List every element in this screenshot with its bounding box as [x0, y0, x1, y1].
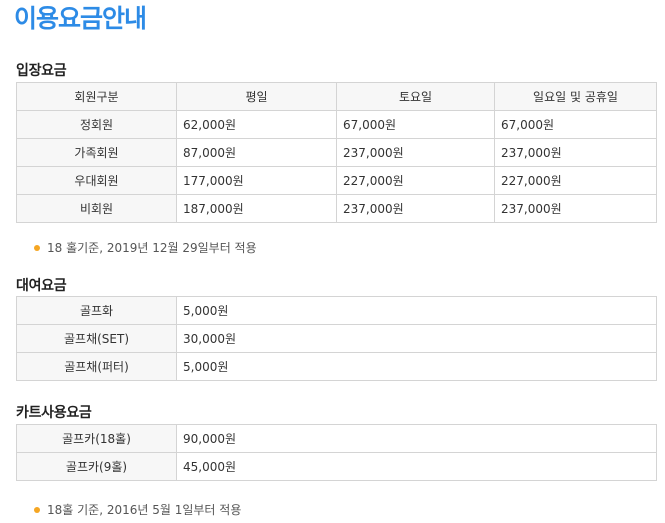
price-cell: 62,000원: [176, 110, 337, 139]
table-row: 골프카(9홀) 45,000원: [16, 452, 657, 481]
admission-section-title: 입장요금: [16, 63, 67, 79]
rental-fee-table: 골프화 5,000원 골프채(SET) 30,000원 골프채(퍼터) 5,00…: [16, 296, 657, 381]
price-cell: 90,000원: [176, 424, 657, 453]
price-cell: 87,000원: [176, 138, 337, 167]
cart-note: 18홀 기준, 2016년 5월 1일부터 적용: [34, 501, 241, 518]
price-cell: 237,000원: [494, 138, 657, 167]
table-row: 정회원 62,000원 67,000원 67,000원: [16, 110, 657, 139]
table-row: 골프화 5,000원: [16, 296, 657, 325]
price-cell: 227,000원: [336, 166, 495, 195]
column-header: 평일: [176, 82, 337, 111]
table-row: 골프카(18홀) 90,000원: [16, 424, 657, 453]
row-label: 골프카(18홀): [16, 424, 177, 453]
admission-note-text: 18 홀기준, 2019년 12월 29일부터 적용: [47, 241, 257, 255]
admission-fee-table: 회원구분 평일 토요일 일요일 및 공휴일 정회원 62,000원 67,000…: [16, 82, 657, 223]
price-cell: 237,000원: [494, 194, 657, 223]
table-row: 우대회원 177,000원 227,000원 227,000원: [16, 166, 657, 195]
row-label: 골프카(9홀): [16, 452, 177, 481]
cart-note-text: 18홀 기준, 2016년 5월 1일부터 적용: [47, 503, 242, 517]
price-cell: 227,000원: [494, 166, 657, 195]
bullet-icon: [34, 244, 40, 251]
price-cell: 237,000원: [336, 138, 495, 167]
row-label: 골프채(퍼터): [16, 352, 177, 381]
row-label: 비회원: [16, 194, 177, 223]
price-cell: 5,000원: [176, 296, 657, 325]
price-cell: 187,000원: [176, 194, 337, 223]
column-header: 회원구분: [16, 82, 177, 111]
row-label: 골프채(SET): [16, 324, 177, 353]
column-header: 일요일 및 공휴일: [494, 82, 657, 111]
table-header-row: 회원구분 평일 토요일 일요일 및 공휴일: [16, 82, 657, 111]
price-cell: 30,000원: [176, 324, 657, 353]
column-header: 토요일: [336, 82, 495, 111]
admission-note: 18 홀기준, 2019년 12월 29일부터 적용: [34, 239, 257, 256]
price-cell: 237,000원: [336, 194, 495, 223]
table-row: 골프채(퍼터) 5,000원: [16, 352, 657, 381]
table-row: 가족회원 87,000원 237,000원 237,000원: [16, 138, 657, 167]
cart-section-title: 카트사용요금: [16, 405, 92, 421]
price-cell: 45,000원: [176, 452, 657, 481]
price-cell: 67,000원: [336, 110, 495, 139]
table-row: 골프채(SET) 30,000원: [16, 324, 657, 353]
row-label: 우대회원: [16, 166, 177, 195]
row-label: 골프화: [16, 296, 177, 325]
cart-fee-table: 골프카(18홀) 90,000원 골프카(9홀) 45,000원: [16, 424, 657, 481]
price-cell: 67,000원: [494, 110, 657, 139]
price-cell: 5,000원: [176, 352, 657, 381]
bullet-icon: [34, 506, 40, 513]
page-title: 이용요금안내: [14, 4, 147, 33]
table-row: 비회원 187,000원 237,000원 237,000원: [16, 194, 657, 223]
price-cell: 177,000원: [176, 166, 337, 195]
row-label: 가족회원: [16, 138, 177, 167]
rental-section-title: 대여요금: [16, 278, 67, 294]
row-label: 정회원: [16, 110, 177, 139]
